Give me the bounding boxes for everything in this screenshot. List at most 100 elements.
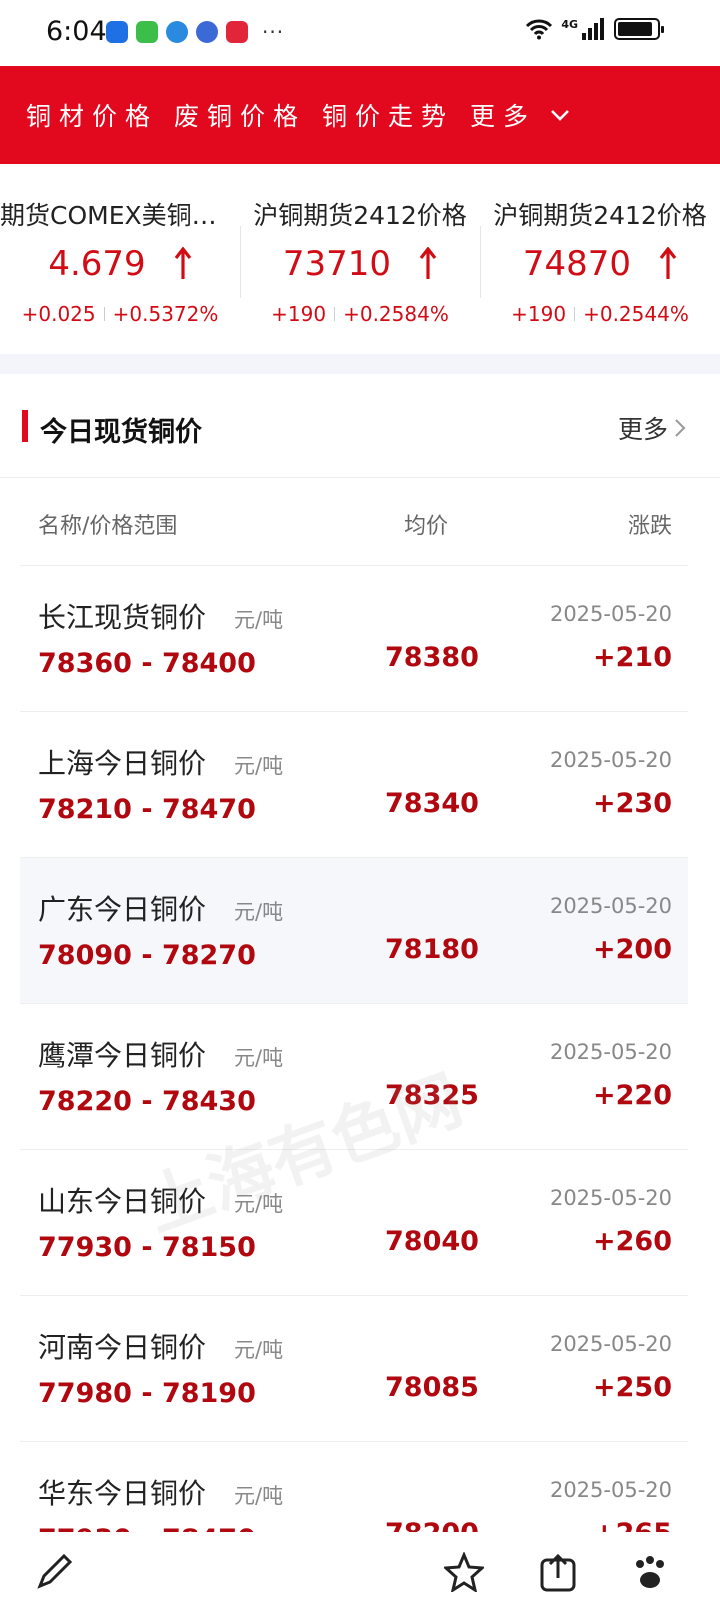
up-arrow-icon (659, 247, 677, 279)
row-unit: 元/吨 (234, 1192, 284, 1216)
row-price-range: 78220 - 78430 (38, 1086, 256, 1117)
divider (574, 307, 576, 321)
row-price-range: 77930 - 78150 (38, 1232, 256, 1263)
section-divider (0, 354, 720, 374)
row-change: +200 (593, 934, 672, 965)
row-unit: 元/吨 (234, 608, 284, 632)
more-link[interactable]: 更多 (618, 410, 668, 446)
column-header-name: 名称/价格范围 (38, 514, 178, 539)
pencil-icon[interactable] (34, 1552, 74, 1592)
row-change: +230 (593, 788, 672, 819)
row-average-price: 78325 (385, 1080, 479, 1111)
status-more-icon: ··· (262, 20, 285, 44)
row-change: +250 (593, 1372, 672, 1403)
up-arrow-icon (419, 247, 437, 279)
column-header-change: 涨跌 (627, 514, 672, 539)
table-row[interactable]: 长江现货铜价 元/吨 78360 - 78400 78380 2025-05-2… (20, 566, 688, 712)
nav-item-scrap-copper-price[interactable]: 废铜价格 (174, 97, 306, 133)
ticker-price: 4.679 (48, 244, 146, 284)
spot-price-section-header: 今日现货铜价 更多 (0, 374, 720, 478)
row-price-range: 78360 - 78400 (38, 648, 256, 679)
section-accent-bar (22, 410, 28, 442)
ticker-card[interactable]: 沪铜期货2412价格 73710 +190 +0.2584% (240, 164, 480, 354)
nav-item-copper-material-price[interactable]: 铜材价格 (26, 97, 158, 133)
network-type: 4G (561, 18, 578, 31)
row-price-range: 77980 - 78190 (38, 1378, 256, 1409)
row-name: 鹰潭今日铜价 (38, 1039, 207, 1072)
row-average-price: 78340 (385, 788, 479, 819)
row-date: 2025-05-20 (549, 1186, 672, 1210)
row-date: 2025-05-20 (549, 602, 672, 626)
row-unit: 元/吨 (234, 1046, 284, 1070)
ticker-card[interactable]: 沪铜期货2412价格 74870 +190 +0.2544% (480, 164, 720, 354)
music-app-icon (196, 21, 218, 43)
row-unit: 元/吨 (234, 900, 284, 924)
ticker-change: +190 (271, 302, 327, 326)
spot-price-list: 长江现货铜价 元/吨 78360 - 78400 78380 2025-05-2… (20, 566, 688, 1588)
battery-level (618, 22, 652, 36)
ticker-change-percent: +0.5372% (112, 302, 219, 326)
signal-icon (582, 18, 604, 40)
column-header-average: 均价 (404, 514, 449, 539)
ticker-name: 沪铜期货2412价格 (493, 201, 707, 230)
row-change: +210 (593, 642, 672, 673)
star-icon[interactable] (444, 1552, 484, 1592)
row-average-price: 78040 (385, 1226, 479, 1257)
ticker-name: 期货COMEX美铜… (0, 201, 217, 230)
puzzle-app-icon (106, 21, 128, 43)
row-date: 2025-05-20 (549, 748, 672, 772)
row-date: 2025-05-20 (549, 1040, 672, 1064)
row-name: 广东今日铜价 (38, 893, 207, 926)
nav-item-more[interactable]: 更多 (470, 97, 536, 133)
row-name: 华东今日铜价 (38, 1477, 207, 1510)
nav-item-copper-price-trend[interactable]: 铜价走势 (322, 97, 454, 133)
row-unit: 元/吨 (234, 1484, 284, 1508)
up-arrow-icon (174, 247, 191, 279)
status-time: 6:04 (46, 16, 107, 47)
table-header: 名称/价格范围 均价 涨跌 (20, 478, 688, 566)
table-row[interactable]: 河南今日铜价 元/吨 77980 - 78190 78085 2025-05-2… (20, 1296, 688, 1442)
paw-icon[interactable] (630, 1552, 670, 1592)
browser-app-icon (166, 21, 188, 43)
status-bar: 6:04 ··· 4G (0, 0, 720, 66)
bottom-toolbar (0, 1532, 720, 1600)
status-app-icons: ··· (106, 20, 284, 44)
row-date: 2025-05-20 (549, 894, 672, 918)
ticker-change: +190 (511, 302, 567, 326)
row-name: 河南今日铜价 (38, 1331, 207, 1364)
row-date: 2025-05-20 (549, 1332, 672, 1356)
chevron-down-icon[interactable] (550, 105, 570, 125)
ticker-change-percent: +0.2544% (583, 302, 689, 326)
ticker-change: +0.025 (21, 302, 96, 326)
chevron-right-icon[interactable] (674, 418, 686, 438)
ticker-price: 73710 (282, 244, 392, 284)
news-app-icon (226, 21, 248, 43)
status-indicators: 4G (525, 18, 664, 40)
row-unit: 元/吨 (234, 1338, 284, 1362)
table-row[interactable]: 广东今日铜价 元/吨 78090 - 78270 78180 2025-05-2… (20, 858, 688, 1004)
table-row[interactable]: 上海今日铜价 元/吨 78210 - 78470 78340 2025-05-2… (20, 712, 688, 858)
row-name: 长江现货铜价 (38, 601, 207, 634)
row-average-price: 78380 (385, 642, 479, 673)
ticker-change-percent: +0.2584% (343, 302, 449, 326)
divider (334, 307, 336, 321)
share-icon[interactable] (538, 1552, 578, 1592)
row-average-price: 78180 (385, 934, 479, 965)
ticker-card[interactable]: 期货COMEX美铜… 4.679 +0.025 +0.5372% (0, 164, 240, 354)
divider (103, 307, 105, 321)
row-average-price: 78085 (385, 1372, 479, 1403)
row-price-range: 78090 - 78270 (38, 940, 256, 971)
futures-tickers: 期货COMEX美铜… 4.679 +0.025 +0.5372% 沪铜期货241… (0, 164, 720, 354)
category-nav: 铜材价格 废铜价格 铜价走势 更多 (0, 66, 720, 164)
row-change: +260 (593, 1226, 672, 1257)
ticker-price: 74870 (522, 244, 632, 284)
row-name: 上海今日铜价 (38, 747, 207, 780)
section-title: 今日现货铜价 (40, 417, 202, 448)
row-price-range: 78210 - 78470 (38, 794, 256, 825)
table-row[interactable]: 山东今日铜价 元/吨 77930 - 78150 78040 2025-05-2… (20, 1150, 688, 1296)
table-row[interactable]: 鹰潭今日铜价 元/吨 78220 - 78430 78325 2025-05-2… (20, 1004, 688, 1150)
ticker-name: 沪铜期货2412价格 (253, 201, 467, 230)
chat-app-icon (136, 21, 158, 43)
row-unit: 元/吨 (234, 754, 284, 778)
battery-icon (614, 18, 664, 40)
